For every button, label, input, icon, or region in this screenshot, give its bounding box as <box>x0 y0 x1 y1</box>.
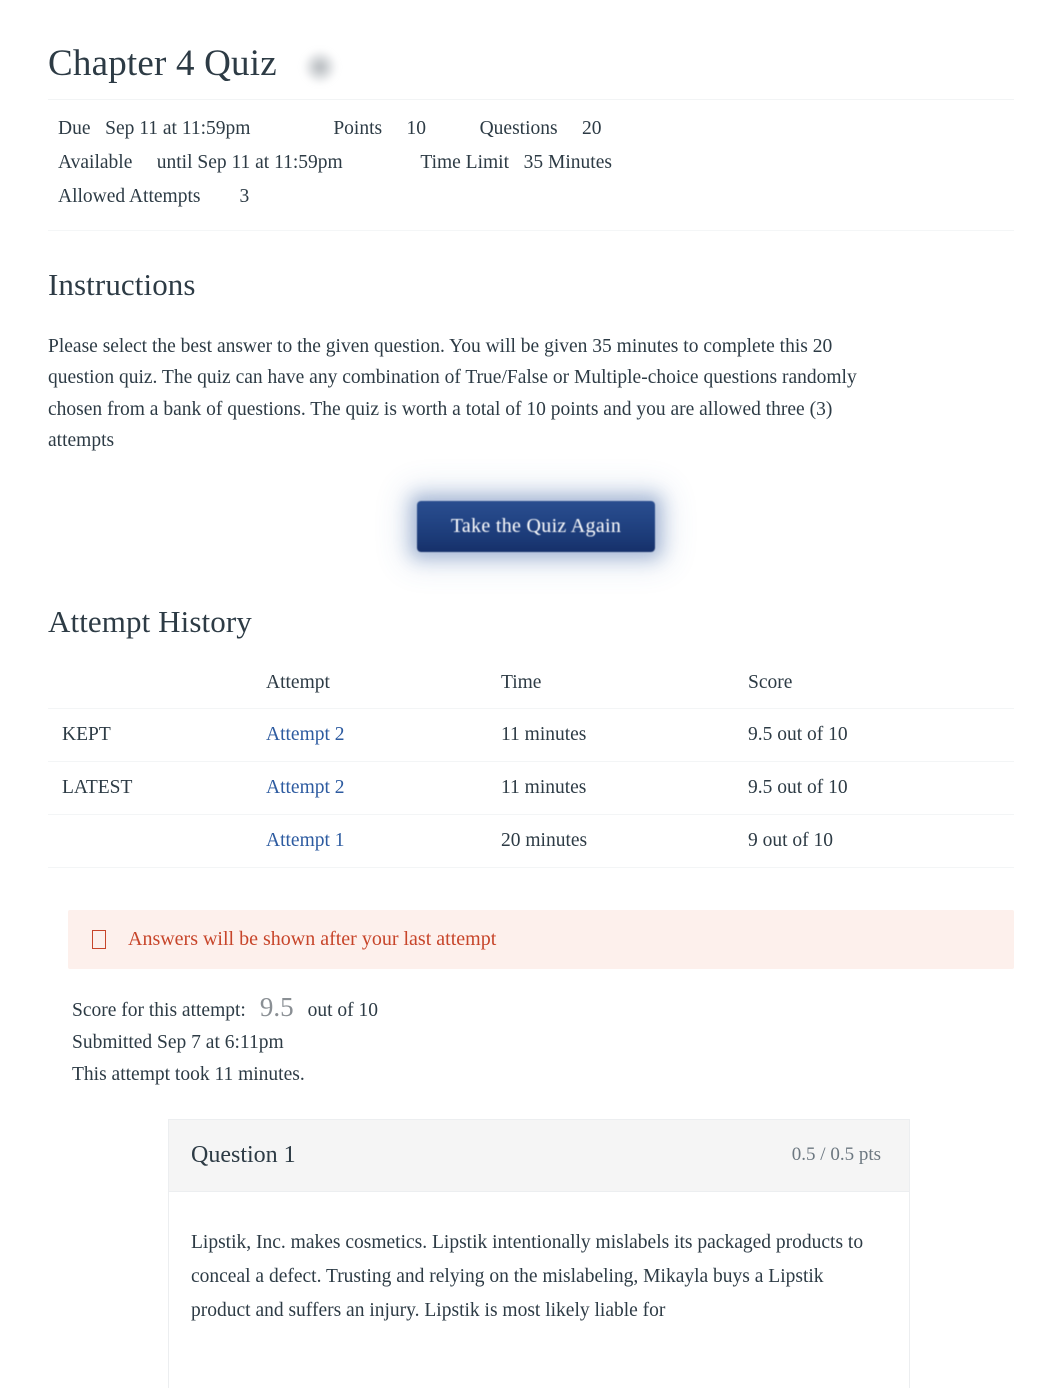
column-header-attempt: Attempt <box>266 671 330 693</box>
question-block: Question 1 0.5 / 0.5 pts Lipstik, Inc. m… <box>168 1118 910 1388</box>
take-quiz-again-button[interactable]: Take the Quiz Again <box>416 500 656 552</box>
quiz-details-divider <box>48 229 1014 231</box>
question-title: Question 1 <box>191 1141 296 1168</box>
attempt-history-heading: Attempt History <box>48 603 252 639</box>
attempt-score-summary: Score for this attempt: 9.5 out of 10 Su… <box>72 991 1014 1091</box>
score-for-attempt-line: Score for this attempt: 9.5 out of 10 <box>72 991 1014 1027</box>
table-header-row: Attempt Time Score <box>48 666 1014 709</box>
quiz-detail-row-attempts: Allowed Attempts 3 <box>58 185 250 207</box>
attempt-time: 20 minutes <box>493 813 740 868</box>
attempt-status-label <box>48 813 258 868</box>
table-row: Attempt 1 20 minutes 9 out of 10 <box>48 813 1014 868</box>
attempt-score: 9.5 out of 10 <box>740 760 1014 815</box>
column-header-score: Score <box>748 671 793 693</box>
attempt-status-label: KEPT <box>48 707 258 762</box>
attempt-link[interactable]: Attempt 1 <box>266 830 345 851</box>
attempt-time: 11 minutes <box>493 707 740 762</box>
column-header-time: Time <box>501 671 542 693</box>
score-label: Score for this attempt: <box>72 999 246 1021</box>
attempt-link[interactable]: Attempt 2 <box>266 777 345 798</box>
quiz-detail-row-due: Due Sep 11 at 11:59pm Points 10 Question… <box>58 117 602 139</box>
attempt-link-cell: Attempt 1 <box>258 813 493 868</box>
page-title: Chapter 4 Quiz <box>48 43 277 84</box>
blurred-gray-blob-icon <box>302 50 337 85</box>
attempt-history-table: Attempt Time Score KEPT Attempt 2 11 min… <box>48 666 1014 868</box>
table-row: KEPT Attempt 2 11 minutes 9.5 out of 10 <box>48 707 1014 762</box>
attempt-score: 9 out of 10 <box>740 813 1014 868</box>
column-header-blank <box>48 666 258 709</box>
question-text: Lipstik, Inc. makes cosmetics. Lipstik i… <box>191 1231 864 1321</box>
attempt-link-cell: Attempt 2 <box>258 707 493 762</box>
alert-message: Answers will be shown after your last at… <box>128 927 497 950</box>
question-body: Lipstik, Inc. makes cosmetics. Lipstik i… <box>169 1192 909 1388</box>
attempt-score: 9.5 out of 10 <box>740 707 1014 762</box>
attempt-link-cell: Attempt 2 <box>258 760 493 815</box>
attempt-history-section: Attempt History Attempt Time Score KEPT … <box>0 604 1062 868</box>
quiz-header: Chapter 4 Quiz <box>0 0 1062 85</box>
answers-shown-alert: Answers will be shown after your last at… <box>68 909 1014 969</box>
attempt-duration: This attempt took 11 minutes. <box>72 1063 305 1085</box>
attempt-time: 11 minutes <box>493 760 740 815</box>
quiz-detail-row-available: Available until Sep 11 at 11:59pm Time L… <box>58 151 612 173</box>
take-quiz-again-container: Take the Quiz Again <box>0 500 1062 552</box>
question-header: Question 1 0.5 / 0.5 pts <box>169 1119 909 1192</box>
score-value: 9.5 <box>259 991 294 1022</box>
score-suffix: out of 10 <box>307 999 379 1021</box>
attempt-status-label: LATEST <box>48 760 258 815</box>
instructions-text: Please select the best answer to the giv… <box>48 335 857 452</box>
quiz-details: Due Sep 11 at 11:59pm Points 10 Question… <box>0 100 1062 214</box>
submitted-timestamp: Submitted Sep 7 at 6:11pm <box>72 1031 284 1053</box>
instructions-heading: Instructions <box>48 266 196 302</box>
question-points: 0.5 / 0.5 pts <box>791 1144 881 1166</box>
attempt-link[interactable]: Attempt 2 <box>266 724 345 745</box>
table-row: LATEST Attempt 2 11 minutes 9.5 out of 1… <box>48 760 1014 815</box>
warning-icon <box>92 929 106 949</box>
